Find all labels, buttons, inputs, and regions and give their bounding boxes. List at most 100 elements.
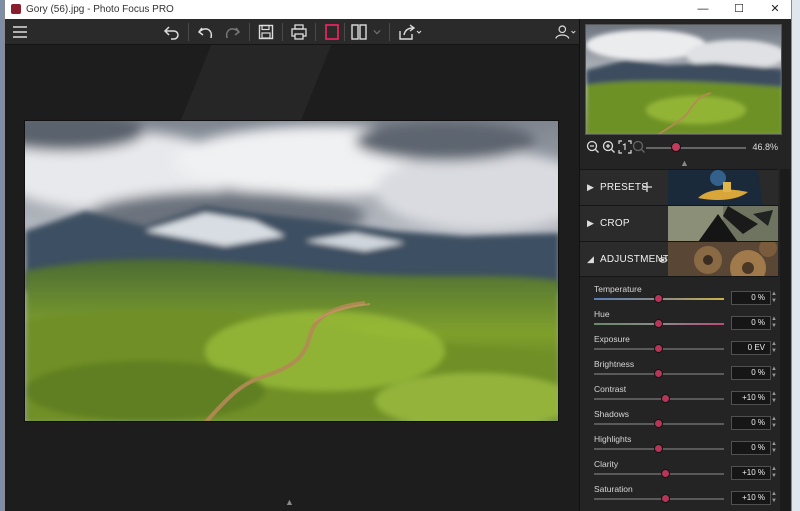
zoom-in-icon[interactable] bbox=[602, 140, 616, 154]
adjustments-banner-image bbox=[668, 242, 778, 276]
minimize-button[interactable]: — bbox=[685, 0, 721, 19]
window-title: Gory (56).jpg - Photo Focus PRO bbox=[26, 4, 174, 15]
share-icon[interactable] bbox=[396, 22, 424, 42]
toolbar-separator bbox=[188, 23, 189, 41]
app-window: Gory (56).jpg - Photo Focus PRO — ☐ ✕ ▲ … bbox=[4, 0, 792, 511]
adjustment-label: Shadows bbox=[594, 409, 629, 419]
maximize-button[interactable]: ☐ bbox=[721, 0, 757, 19]
adjustment-slider-track[interactable] bbox=[594, 498, 724, 500]
toolbar-separator bbox=[282, 23, 283, 41]
adjustment-row-temperature: Temperature 0 % ▲ ▼ bbox=[590, 284, 778, 309]
panel-scroll-up-icon[interactable]: ▲ bbox=[680, 158, 689, 168]
user-account-icon[interactable] bbox=[553, 22, 579, 42]
adjustment-spinner-icon[interactable]: ▲ ▼ bbox=[770, 366, 778, 380]
zoom-value: 46.8% bbox=[752, 142, 778, 152]
adjustment-label: Exposure bbox=[594, 334, 630, 344]
toolbar-separator bbox=[249, 23, 250, 41]
adjustment-row-shadows: Shadows 0 % ▲ ▼ bbox=[590, 409, 778, 434]
crop-expand-arrow-icon: ▶ bbox=[587, 218, 594, 228]
adjustment-value-field[interactable]: +10 % bbox=[731, 491, 771, 505]
adjustment-slider-handle[interactable] bbox=[654, 319, 663, 328]
adjustment-spinner-icon[interactable]: ▲ ▼ bbox=[770, 291, 778, 305]
adjustment-label: Saturation bbox=[594, 484, 633, 494]
presets-section[interactable]: ▶ PRESETS bbox=[580, 169, 778, 205]
panel-scrollbar[interactable] bbox=[780, 169, 790, 511]
adjustment-row-exposure: Exposure 0 EV ▲ ▼ bbox=[590, 334, 778, 359]
toolbar-separator bbox=[315, 23, 316, 41]
crop-label: CROP bbox=[600, 218, 630, 229]
adjustment-value-field[interactable]: 0 EV bbox=[731, 341, 771, 355]
split-view-dropdown-icon[interactable] bbox=[371, 22, 383, 42]
adjustment-row-hue: Hue 0 % ▲ ▼ bbox=[590, 309, 778, 334]
adjustment-label: Hue bbox=[594, 309, 610, 319]
adjustment-spinner-icon[interactable]: ▲ ▼ bbox=[770, 466, 778, 480]
split-view-icon[interactable] bbox=[348, 22, 370, 42]
adjustment-value-field[interactable]: 0 % bbox=[731, 366, 771, 380]
adjustment-spinner-icon[interactable]: ▲ ▼ bbox=[770, 316, 778, 330]
adjustment-slider-handle[interactable] bbox=[660, 469, 670, 478]
adjustment-slider-handle[interactable] bbox=[654, 294, 663, 303]
adjustment-label: Brightness bbox=[594, 359, 635, 369]
adjustment-value-field[interactable]: 0 % bbox=[731, 416, 771, 430]
undo-all-icon[interactable] bbox=[161, 22, 183, 42]
presets-banner-image bbox=[668, 170, 778, 205]
adjustment-spinner-icon[interactable]: ▲ ▼ bbox=[770, 491, 778, 505]
close-button[interactable]: ✕ bbox=[757, 0, 791, 19]
title-bar: Gory (56).jpg - Photo Focus PRO — ☐ ✕ bbox=[5, 0, 791, 19]
adjustment-label: Highlights bbox=[594, 434, 632, 444]
adjustment-row-contrast: Contrast +10 % ▲ ▼ bbox=[590, 384, 778, 409]
adjustment-value-field[interactable]: 0 % bbox=[731, 316, 771, 330]
visibility-eye-icon[interactable] bbox=[658, 255, 668, 265]
zoom-slider-track[interactable] bbox=[646, 147, 746, 149]
adjustment-slider-track[interactable] bbox=[594, 473, 724, 475]
navigator-thumbnail[interactable] bbox=[585, 24, 782, 135]
adjustment-spinner-icon[interactable]: ▲ ▼ bbox=[770, 441, 778, 455]
adjustments-section[interactable]: ◢ ADJUSTMENTS bbox=[580, 241, 778, 277]
save-icon[interactable] bbox=[255, 22, 277, 42]
adjustment-value-field[interactable]: 0 % bbox=[731, 291, 771, 305]
adjustment-row-saturation: Saturation +10 % ▲ ▼ bbox=[590, 484, 778, 509]
redo-icon[interactable] bbox=[221, 22, 243, 42]
add-preset-icon[interactable] bbox=[641, 181, 653, 193]
toolbar-separator bbox=[389, 23, 390, 41]
adjustment-row-highlights: Highlights 0 % ▲ ▼ bbox=[590, 434, 778, 459]
adjustment-slider-track[interactable] bbox=[594, 398, 724, 400]
adjustment-slider-handle[interactable] bbox=[654, 419, 663, 428]
zoom-controls: 46.8% bbox=[584, 139, 784, 157]
undo-icon[interactable] bbox=[195, 22, 217, 42]
adjustments-collapse-arrow-icon: ◢ bbox=[587, 254, 594, 264]
adjustment-spinner-icon[interactable]: ▲ ▼ bbox=[770, 391, 778, 405]
adjustment-row-clarity: Clarity +10 % ▲ ▼ bbox=[590, 459, 778, 484]
adjustment-slider-handle[interactable] bbox=[654, 444, 663, 453]
adjustment-slider-handle[interactable] bbox=[654, 344, 663, 353]
single-view-icon[interactable] bbox=[321, 22, 343, 42]
image-canvas[interactable]: ▲ bbox=[5, 45, 579, 511]
app-logo-icon bbox=[11, 4, 21, 14]
adjustment-value-field[interactable]: +10 % bbox=[731, 391, 771, 405]
adjustment-spinner-icon[interactable]: ▲ ▼ bbox=[770, 341, 778, 355]
adjustment-label: Contrast bbox=[594, 384, 627, 394]
zoom-out-icon[interactable] bbox=[586, 140, 600, 154]
adjustment-slider-handle[interactable] bbox=[660, 394, 670, 403]
zoom-fit-icon[interactable] bbox=[632, 140, 646, 154]
adjustment-slider-handle[interactable] bbox=[654, 369, 663, 378]
desktop-background-right bbox=[792, 0, 800, 511]
presets-expand-arrow-icon: ▶ bbox=[587, 182, 594, 192]
adjustment-value-field[interactable]: 0 % bbox=[731, 441, 771, 455]
adjustment-row-brightness: Brightness 0 % ▲ ▼ bbox=[590, 359, 778, 384]
adjustment-spinner-icon[interactable]: ▲ ▼ bbox=[770, 416, 778, 430]
crop-section[interactable]: ▶ CROP bbox=[580, 205, 778, 241]
adjustment-slider-handle[interactable] bbox=[660, 494, 670, 503]
adjustment-value-field[interactable]: +10 % bbox=[731, 466, 771, 480]
print-icon[interactable] bbox=[288, 22, 310, 42]
zoom-slider-handle[interactable] bbox=[671, 142, 681, 152]
actual-size-icon[interactable] bbox=[618, 140, 632, 154]
edited-photo[interactable] bbox=[24, 120, 559, 422]
right-panel: 46.8% ▲ ▶ PRESETS ▶ CROP ◢ ADJUSTMENTS T… bbox=[579, 19, 791, 511]
adjustment-label: Clarity bbox=[594, 459, 619, 469]
filmstrip-toggle-icon[interactable]: ▲ bbox=[285, 497, 294, 507]
adjustment-label: Temperature bbox=[594, 284, 642, 294]
crop-banner-image bbox=[668, 206, 778, 241]
menu-icon[interactable] bbox=[9, 22, 31, 42]
toolbar bbox=[5, 19, 579, 45]
